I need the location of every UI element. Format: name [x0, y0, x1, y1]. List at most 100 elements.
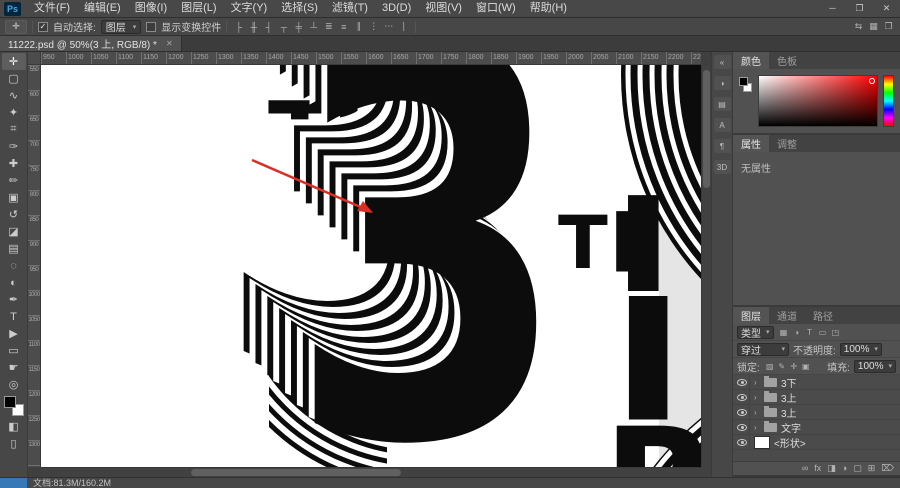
- tab-layers[interactable]: 图层: [733, 307, 769, 324]
- hand-tool[interactable]: ☛: [2, 359, 26, 376]
- horizontal-scrollbar-thumb[interactable]: [191, 469, 401, 476]
- rectangular-marquee-tool[interactable]: ▢: [2, 70, 26, 87]
- visibility-toggle[interactable]: [735, 389, 750, 405]
- eyedropper-tool[interactable]: ✑: [2, 138, 26, 155]
- auto-align-icon[interactable]: ⇆: [852, 20, 865, 33]
- align-top-edges-icon[interactable]: ┬: [277, 20, 290, 33]
- horizontal-scrollbar[interactable]: [41, 467, 701, 477]
- auto-select-dropdown[interactable]: 图层 ▾: [100, 19, 142, 34]
- auto-select-checkbox[interactable]: ✓: [38, 21, 48, 32]
- tab-paths[interactable]: 路径: [805, 307, 841, 324]
- show-transform-checkbox[interactable]: ·: [146, 21, 157, 32]
- crop-tool[interactable]: ⌗: [2, 121, 26, 138]
- hue-slider[interactable]: [883, 75, 894, 127]
- vertical-scrollbar[interactable]: [701, 65, 711, 467]
- menu-3d[interactable]: 3D(D): [375, 0, 418, 17]
- spot-healing-brush-tool[interactable]: ✚: [2, 155, 26, 172]
- document-canvas[interactable]: 3 TH S: [41, 65, 701, 467]
- lock-all-icon[interactable]: ▣: [800, 360, 812, 372]
- delete-layer-icon[interactable]: ⌦: [881, 462, 894, 475]
- distribute-center-icon[interactable]: ⋯: [382, 20, 395, 33]
- rectangle-tool[interactable]: ▭: [2, 342, 26, 359]
- tab-color[interactable]: 颜色: [733, 52, 769, 69]
- character-panel-icon[interactable]: A: [713, 118, 731, 132]
- lock-transparency-icon[interactable]: ▨: [764, 360, 776, 372]
- filter-shape-layers-icon[interactable]: ▭: [817, 326, 829, 338]
- expand-group-icon[interactable]: ›: [754, 378, 760, 387]
- lock-pixels-icon[interactable]: ✎: [776, 360, 788, 372]
- visibility-toggle[interactable]: [735, 419, 750, 435]
- new-layer-icon[interactable]: ⊞: [868, 462, 876, 475]
- maximize-button[interactable]: ❐: [846, 0, 873, 17]
- tool-preset-icon[interactable]: ✛: [5, 19, 27, 34]
- menu-filter[interactable]: 滤镜(T): [325, 0, 375, 17]
- filter-adjustment-layers-icon[interactable]: ◑: [791, 326, 803, 338]
- paragraph-panel-icon[interactable]: ¶: [713, 139, 731, 153]
- layer-group-3-bottom[interactable]: › 3下: [733, 375, 900, 390]
- layer-thumbnail[interactable]: [754, 435, 770, 449]
- tab-adjustments[interactable]: 调整: [769, 135, 805, 152]
- close-button[interactable]: ✕: [873, 0, 900, 17]
- clone-stamp-tool[interactable]: ▣: [2, 189, 26, 206]
- filter-type-layers-icon[interactable]: T: [804, 326, 816, 338]
- arrange-documents-icon[interactable]: ❐: [882, 20, 895, 33]
- filter-kind-dropdown[interactable]: 类型 ▾: [737, 325, 774, 340]
- pen-tool[interactable]: ✒: [2, 291, 26, 308]
- quick-selection-tool[interactable]: ✦: [2, 104, 26, 121]
- gradient-tool[interactable]: ▤: [2, 240, 26, 257]
- layer-group-text[interactable]: › 文字: [733, 419, 900, 435]
- screen-mode-button[interactable]: ▯: [2, 435, 26, 452]
- align-left-edges-icon[interactable]: ├: [232, 20, 245, 33]
- dodge-tool[interactable]: ◐: [2, 274, 26, 291]
- adjustments-panel-icon[interactable]: ◑: [713, 76, 731, 90]
- zoom-tool[interactable]: ◎: [2, 376, 26, 393]
- distribute-top-icon[interactable]: ≣: [322, 20, 335, 33]
- foreground-background-swatches[interactable]: [738, 75, 753, 127]
- layer-group-3-top-2[interactable]: › 3上: [733, 404, 900, 420]
- eraser-tool[interactable]: ◪: [2, 223, 26, 240]
- saturation-brightness-field[interactable]: [758, 75, 878, 127]
- filter-smart-objects-icon[interactable]: ◳: [830, 326, 842, 338]
- distribute-right-icon[interactable]: ∣: [397, 20, 410, 33]
- link-layers-icon[interactable]: ∞: [802, 462, 808, 475]
- expand-group-icon[interactable]: ›: [754, 423, 760, 432]
- vertical-scrollbar-thumb[interactable]: [703, 70, 710, 188]
- distribute-left-icon[interactable]: ⋮: [367, 20, 380, 33]
- menu-file[interactable]: 文件(F): [27, 0, 77, 17]
- foreground-swatch-icon[interactable]: [739, 77, 748, 86]
- layer-group-3-top[interactable]: › 3上: [733, 389, 900, 405]
- menu-edit[interactable]: 编辑(E): [77, 0, 128, 17]
- menu-type[interactable]: 文字(Y): [224, 0, 275, 17]
- styles-panel-icon[interactable]: ▤: [713, 97, 731, 111]
- align-horizontal-centers-icon[interactable]: ╫: [247, 20, 260, 33]
- minimize-button[interactable]: ─: [819, 0, 846, 17]
- foreground-color-swatch[interactable]: [3, 396, 16, 408]
- visibility-toggle[interactable]: [735, 375, 750, 390]
- tab-properties[interactable]: 属性: [733, 135, 769, 152]
- close-tab-icon[interactable]: ✕: [166, 39, 173, 48]
- layer-style-icon[interactable]: fx: [814, 462, 821, 475]
- blend-mode-dropdown[interactable]: 穿过 ▾: [737, 342, 789, 357]
- expand-group-icon[interactable]: ›: [754, 408, 760, 417]
- opacity-dropdown[interactable]: 100% ▾: [839, 342, 882, 356]
- new-group-icon[interactable]: ▢: [853, 462, 862, 475]
- menu-view[interactable]: 视图(V): [418, 0, 469, 17]
- expand-group-icon[interactable]: ›: [754, 393, 760, 402]
- tab-swatches[interactable]: 色板: [769, 52, 805, 69]
- adjustment-layer-icon[interactable]: ◑: [842, 462, 847, 475]
- brush-tool[interactable]: ✏: [2, 172, 26, 189]
- distribute-vertical-icon[interactable]: ≡: [337, 20, 350, 33]
- document-tab[interactable]: 11222.psd @ 50%(3 上, RGB/8) * ✕: [0, 36, 182, 51]
- layer-mask-icon[interactable]: ◨: [827, 462, 836, 475]
- history-brush-tool[interactable]: ↺: [2, 206, 26, 223]
- 3d-mode-icon[interactable]: ▦: [867, 20, 880, 33]
- layer-shape[interactable]: › <形状>: [733, 434, 900, 450]
- menu-layer[interactable]: 图层(L): [174, 0, 223, 17]
- menu-select[interactable]: 选择(S): [274, 0, 325, 17]
- path-selection-tool[interactable]: ▶: [2, 325, 26, 342]
- menu-window[interactable]: 窗口(W): [469, 0, 523, 17]
- blur-tool[interactable]: ◌: [2, 257, 26, 274]
- menu-help[interactable]: 帮助(H): [523, 0, 574, 17]
- align-vertical-centers-icon[interactable]: ╪: [292, 20, 305, 33]
- move-tool[interactable]: ✛: [1, 53, 26, 70]
